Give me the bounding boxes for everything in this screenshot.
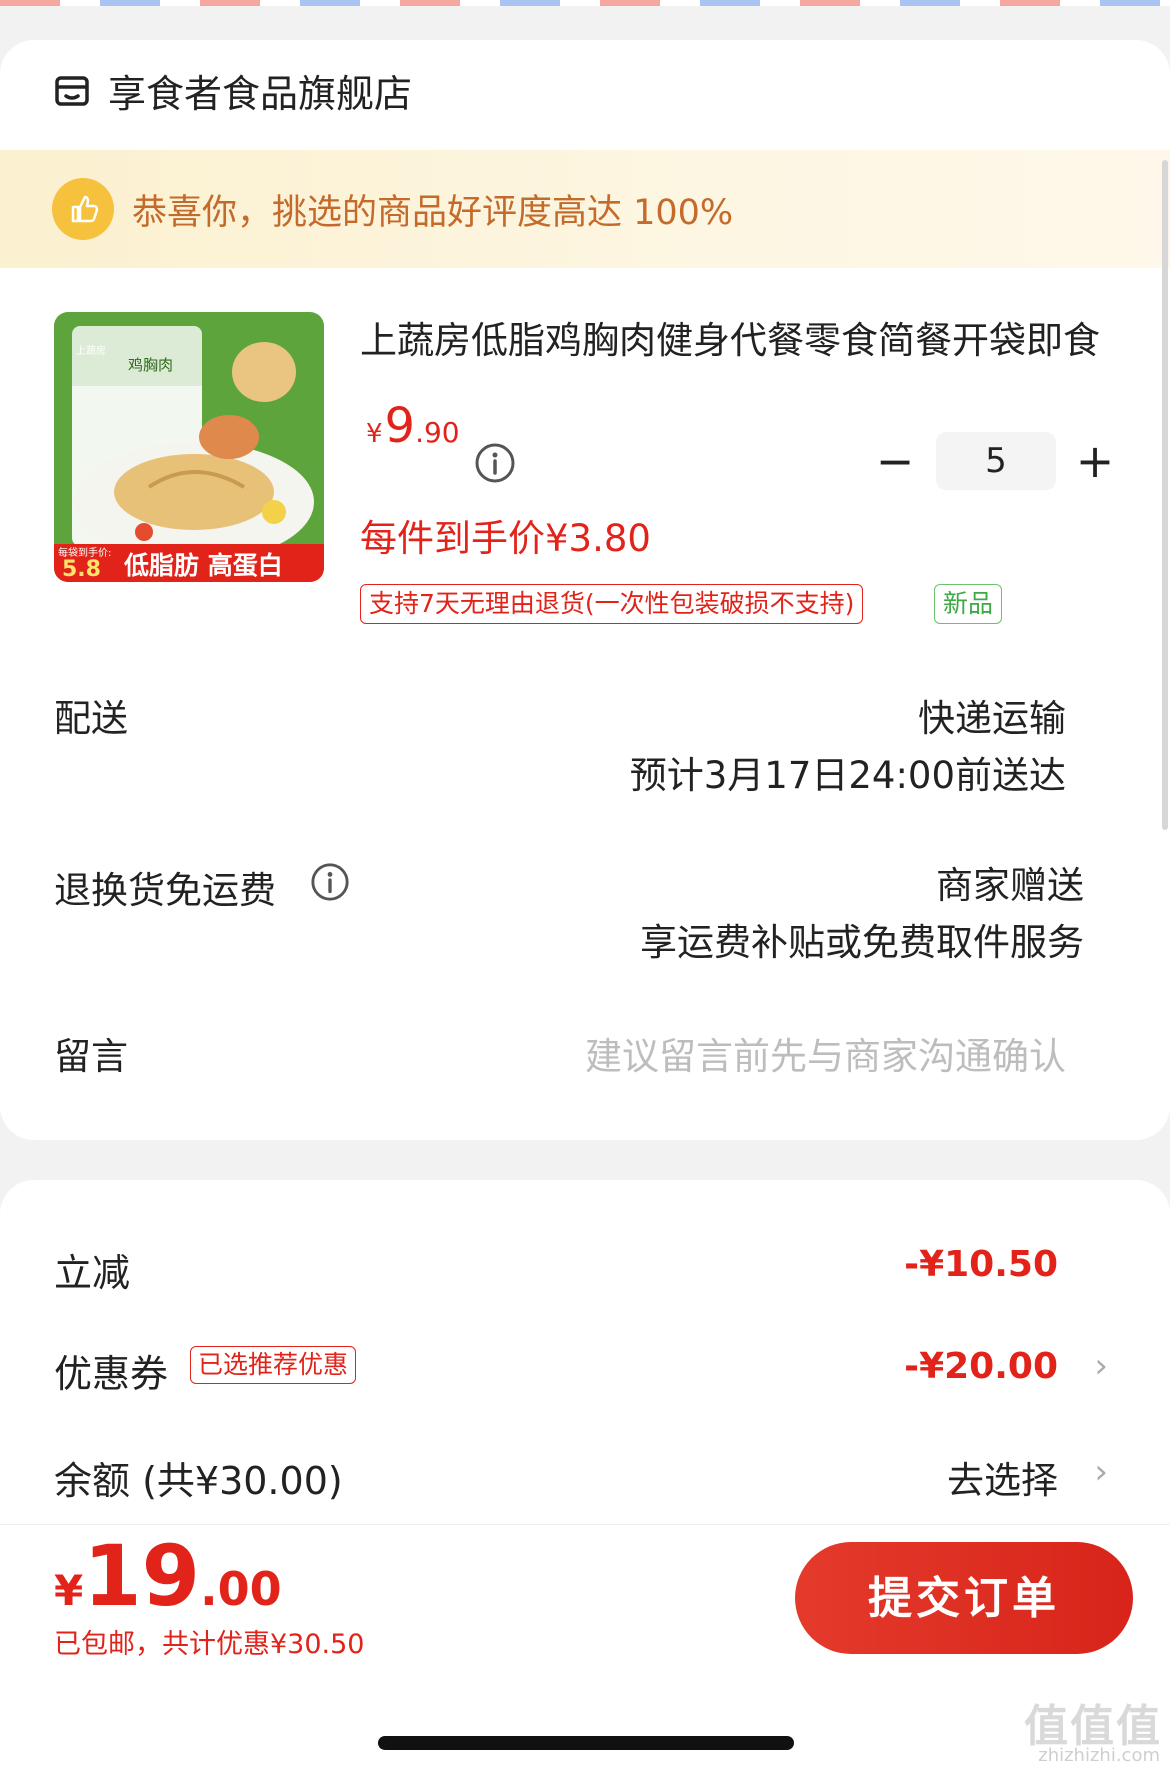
price-decimal: .90 <box>415 416 460 449</box>
delivery-label: 配送 <box>54 697 128 740</box>
price-info-icon[interactable] <box>474 442 516 484</box>
per-piece-price: 每件到手价¥3.80 <box>360 517 651 560</box>
home-indicator <box>378 1736 794 1750</box>
balance-label: 余额 (共¥30.00) <box>54 1459 343 1503</box>
submit-order-button[interactable]: 提交订单 <box>795 1542 1133 1654</box>
thumbs-up-icon <box>52 178 114 240</box>
delivery-method: 快递运输 <box>918 697 1066 740</box>
store-icon <box>54 72 90 108</box>
scrollbar[interactable] <box>1162 160 1168 830</box>
price-currency: ¥ <box>366 419 383 449</box>
product-price: ¥ 9 .90 <box>366 398 460 454</box>
instant-discount-label: 立减 <box>54 1251 131 1295</box>
message-input[interactable]: 建议留言前先与商家沟通确认 <box>585 1026 1066 1080</box>
total-integer: 19 <box>83 1527 201 1625</box>
increase-button[interactable]: + <box>1070 430 1120 492</box>
price-integer: 9 <box>384 398 416 454</box>
return-shipping-value: 商家赠送 <box>936 864 1084 907</box>
quantity-value[interactable]: 5 <box>936 432 1056 490</box>
store-header[interactable]: 享食者食品旗舰店 <box>54 60 412 120</box>
coupon-value[interactable]: -¥20.00 <box>904 1346 1058 1387</box>
total-subtitle: 已包邮，共计优惠¥30.50 <box>54 1629 365 1660</box>
return-shipping-label: 退换货免运费 <box>54 869 276 912</box>
watermark-url: zhizhizhi.com <box>1038 1745 1160 1766</box>
product-image-price: 5.8 <box>62 557 101 582</box>
return-shipping-info-icon[interactable] <box>310 862 350 902</box>
instant-discount-value: -¥10.50 <box>904 1244 1058 1285</box>
delivery-eta: 预计3月17日24:00前送达 <box>629 754 1066 797</box>
product-image[interactable]: 上蔬房 鸡胸肉 每袋到手价: 5.8 低脂肪 高蛋白 <box>54 312 324 582</box>
product-title[interactable]: 上蔬房低脂鸡胸肉健身代餐零食简餐开袋即食 <box>360 310 1120 364</box>
quantity-stepper: − 5 + <box>870 430 1120 492</box>
new-product-tag: 新品 <box>934 584 1003 624</box>
product-image-slogan: 低脂肪 高蛋白 <box>123 551 283 580</box>
banner-text: 恭喜你，挑选的商品好评度高达 100% <box>132 192 734 233</box>
product-image-brand: 上蔬房 <box>76 344 106 357</box>
store-name: 享食者食品旗舰店 <box>108 71 413 116</box>
product-image-label: 鸡胸肉 <box>128 356 173 374</box>
total-currency: ¥ <box>54 1566 84 1615</box>
decrease-button[interactable]: − <box>870 430 920 492</box>
return-policy-tag: 支持7天无理由退货(一次性包装破损不支持) <box>360 584 864 624</box>
total-decimal: .00 <box>200 1562 282 1616</box>
coupon-label: 优惠券 <box>54 1352 169 1396</box>
balance-action[interactable]: 去选择 <box>947 1450 1058 1504</box>
coupon-tag: 已选推荐优惠 <box>190 1346 357 1384</box>
message-label: 留言 <box>54 1035 128 1078</box>
address-stripe <box>0 0 1170 6</box>
coupon-chevron-icon[interactable]: › <box>1094 1346 1108 1386</box>
return-shipping-desc: 享运费补贴或免费取件服务 <box>640 921 1084 964</box>
rating-banner: 恭喜你，挑选的商品好评度高达 100% <box>0 150 1170 268</box>
total-price: ¥ 19 .00 <box>54 1534 282 1618</box>
balance-chevron-icon[interactable]: › <box>1094 1452 1108 1492</box>
